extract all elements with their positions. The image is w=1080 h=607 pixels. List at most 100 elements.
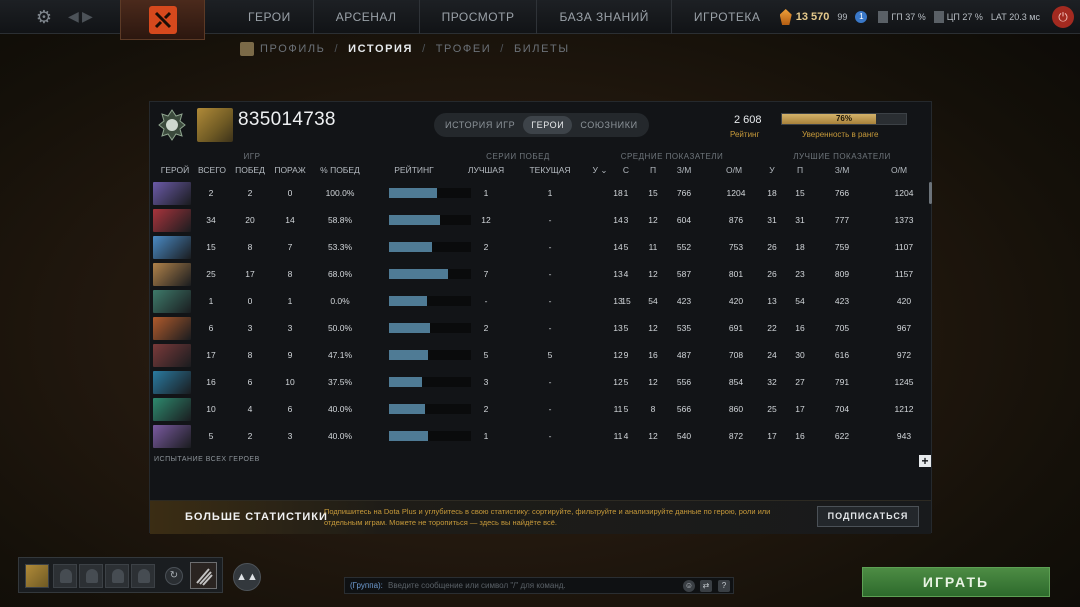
rating-bar-fill — [389, 269, 449, 279]
table-row[interactable]: 2 2 0 100.0% 1 1 18 1 15 766 1204 18 15 766 1204 — [150, 180, 925, 207]
forward-arrow-icon[interactable]: ▶ — [82, 8, 93, 25]
hero-portrait[interactable] — [153, 344, 191, 367]
subnav-profile[interactable]: ПРОФИЛЬ — [260, 43, 325, 55]
profile-subnav: ПРОФИЛЬ / ИСТОРИЯ / ТРОФЕИ / БИЛЕТЫ — [240, 42, 570, 56]
hero-portrait[interactable] — [153, 398, 191, 421]
row-best-kills: 32 — [767, 377, 777, 387]
player-avatar[interactable] — [197, 108, 233, 142]
hero-portrait[interactable] — [153, 263, 191, 286]
table-row[interactable]: 15 8 7 53.3% 2-14 5 11 552 753 26 18 759 1107 — [150, 234, 925, 261]
tab-match-history[interactable]: ИСТОРИЯ ИГР — [437, 116, 523, 134]
dota-logo-button[interactable] — [120, 0, 205, 40]
col-best-lh[interactable]: З/М — [830, 165, 854, 175]
table-row[interactable]: 6 3 3 50.0% 2-13 5 12 535 691 22 16 705 967 — [150, 315, 925, 342]
expand-plus-icon[interactable]: + — [919, 455, 931, 467]
chat-input-placeholder[interactable]: Введите сообщение или символ "/" для ком… — [388, 581, 566, 590]
row-current-streak: - — [548, 377, 552, 387]
back-arrow-icon[interactable]: ◀ — [68, 8, 79, 25]
col-current-streak[interactable]: ТЕКУЩАЯ — [528, 165, 572, 175]
col-winrate[interactable]: % ПОБЕД — [320, 165, 360, 175]
hero-portrait[interactable] — [153, 182, 191, 205]
table-row[interactable]: 25 17 8 68.0% 7-13 4 12 587 801 26 23 809 1157 — [150, 261, 925, 288]
hero-portrait[interactable] — [153, 317, 191, 340]
play-button[interactable]: ИГРАТЬ — [862, 567, 1050, 597]
table-row[interactable]: 5 2 3 40.0% 1-11 4 12 540 872 17 16 622 943 — [150, 423, 925, 450]
nav-arcade[interactable]: ИГРОТЕКА — [670, 0, 783, 34]
row-avg-lh: 535 — [676, 323, 692, 333]
row-best-lh: 423 — [834, 296, 850, 306]
col-rating[interactable]: РЕЙТИНГ — [392, 165, 436, 175]
all-heroes-challenge[interactable]: ИСПЫТАНИЕ ВСЕХ ГЕРОЕВ — [154, 456, 260, 463]
chat-channel-label[interactable]: (Группа): — [350, 581, 383, 590]
subscribe-button[interactable]: ПОДПИСАТЬСЯ — [817, 506, 919, 527]
nav-armory[interactable]: АРСЕНАЛ — [312, 0, 419, 34]
col-total[interactable]: ВСЕГО — [198, 165, 226, 175]
row-best-lh: 616 — [834, 350, 850, 360]
rating-bar-fill — [389, 323, 430, 333]
party-finder-button[interactable]: ▲▲ — [233, 563, 261, 591]
tab-heroes[interactable]: ГЕРОИ — [523, 116, 573, 134]
row-best-assists: 23 — [795, 269, 805, 279]
party-slot-empty[interactable] — [79, 564, 103, 588]
rating-bar-fill — [389, 242, 433, 252]
hero-portrait[interactable] — [153, 290, 191, 313]
row-best-lh: 809 — [834, 269, 850, 279]
col-best-kills[interactable]: У — [764, 165, 780, 175]
col-losses[interactable]: ПОРАЖ — [274, 165, 306, 175]
rank-emblem-button[interactable] — [190, 562, 217, 589]
hero-stats-panel: 835014738 ИСТОРИЯ ИГР ГЕРОИ СОЮЗНИКИ 2 6… — [149, 101, 932, 534]
table-scrollbar[interactable] — [929, 182, 932, 204]
group-icon: ▲▲ — [236, 571, 258, 583]
hero-portrait[interactable] — [153, 209, 191, 232]
party-slot-empty[interactable] — [131, 564, 155, 588]
chat-settings-icon[interactable]: ⇄ — [700, 580, 712, 592]
gear-icon[interactable]: ⚙ — [34, 7, 54, 27]
row-wins: 2 — [247, 188, 253, 198]
col-best-streak[interactable]: ЛУЧШАЯ — [466, 165, 506, 175]
refresh-icon[interactable]: ↻ — [165, 567, 183, 585]
col-wins[interactable]: ПОБЕД — [234, 165, 266, 175]
shards-display[interactable]: 13 570 — [779, 9, 829, 25]
chat-bar[interactable]: (Группа): Введите сообщение или символ "… — [344, 577, 734, 594]
col-avg-assists[interactable]: П — [645, 165, 661, 175]
col-best-assists[interactable]: П — [792, 165, 808, 175]
hero-portrait[interactable] — [153, 371, 191, 394]
power-icon[interactable]: ⏻ — [1052, 6, 1074, 28]
table-row[interactable]: 17 8 9 47.1% 5 5 12 9 16 487 708 24 30 616 972 — [150, 342, 925, 369]
notification-badge[interactable]: 1 — [855, 11, 868, 23]
hero-portrait[interactable] — [153, 236, 191, 259]
col-avg-kills[interactable]: У ⌄ — [590, 165, 610, 176]
cpu-icon — [933, 11, 944, 23]
col-best-xpm[interactable]: О/М — [885, 165, 913, 175]
party-slot-self[interactable] — [25, 564, 49, 588]
row-avg-xpm: 753 — [728, 242, 744, 252]
nav-watch[interactable]: ПРОСМОТР — [418, 0, 537, 34]
help-icon[interactable]: ? — [718, 580, 730, 592]
nav-knowledge-base[interactable]: БАЗА ЗНАНИЙ — [536, 0, 670, 34]
party-slot-empty[interactable] — [53, 564, 77, 588]
nav-heroes[interactable]: ГЕРОИ — [226, 0, 313, 34]
subnav-tickets[interactable]: БИЛЕТЫ — [514, 43, 570, 55]
row-losses: 9 — [287, 350, 293, 360]
row-current-streak: - — [548, 215, 552, 225]
col-avg-xpm[interactable]: О/М — [720, 165, 748, 175]
subnav-history[interactable]: ИСТОРИЯ — [348, 43, 413, 55]
table-row[interactable]: 34 20 14 58.8% 12-14 3 12 604 876 31 31 777 1373 — [150, 207, 925, 234]
row-current-streak: 5 — [547, 350, 553, 360]
party-slot-empty[interactable] — [105, 564, 129, 588]
row-best-xpm: 420 — [896, 296, 912, 306]
person-icon — [60, 569, 72, 583]
col-avg-lh[interactable]: З/М — [672, 165, 696, 175]
hero-portrait[interactable] — [153, 425, 191, 448]
emoji-icon[interactable]: ☺ — [683, 580, 695, 592]
table-row[interactable]: 10 4 6 40.0% 2-11 5 8 566 860 25 17 704 1212 — [150, 396, 925, 423]
table-row[interactable]: 1 0 1 0.0% - -13 15 54 423 420 13 54 423 420 — [150, 288, 925, 315]
row-avg-lh: 423 — [676, 296, 692, 306]
tab-allies[interactable]: СОЮЗНИКИ — [572, 116, 645, 134]
col-avg-deaths[interactable]: С — [618, 165, 634, 175]
table-row[interactable]: 16 6 10 37.5% 3-12 5 12 556 854 32 27 791 1245 — [150, 369, 925, 396]
subnav-trophies[interactable]: ТРОФЕИ — [436, 43, 492, 55]
row-losses: 14 — [285, 215, 295, 225]
col-hero[interactable]: ГЕРОЙ — [160, 165, 190, 175]
row-best-streak: 12 — [481, 215, 491, 225]
